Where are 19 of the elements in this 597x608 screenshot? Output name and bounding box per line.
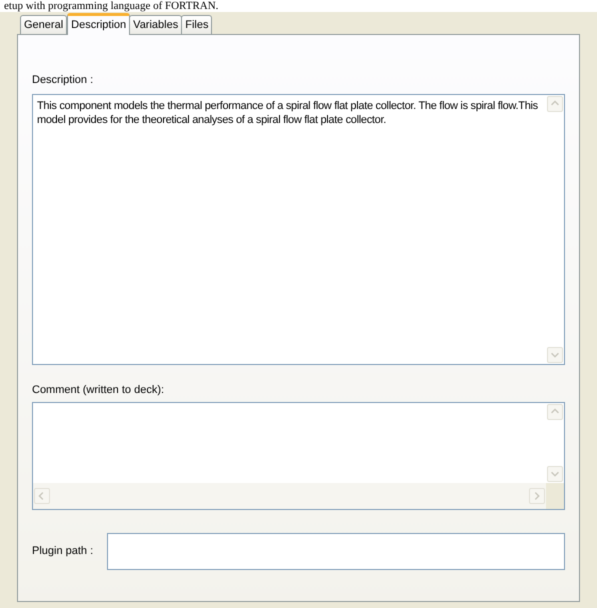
caption-text: etup with programming language of FORTRAN.	[4, 0, 220, 12]
description-label: Description :	[32, 73, 94, 87]
comment-field[interactable]	[32, 402, 565, 510]
tab[interactable]: General	[20, 15, 68, 34]
scroll-up-icon[interactable]	[547, 404, 563, 420]
plugin-path-label: Plugin path :	[32, 544, 94, 560]
tab[interactable]: Variables	[129, 15, 182, 34]
scroll-left-icon[interactable]	[34, 488, 50, 504]
comment-label: Comment (written to deck):	[32, 383, 166, 397]
plugin-path-field[interactable]	[107, 533, 565, 570]
tab[interactable]: Files	[181, 15, 212, 34]
tab[interactable]: Description	[67, 13, 130, 35]
scrollbar-corner	[546, 483, 564, 509]
description-text: This component models the thermal performance of a spiral flow flat plate collector. The flow is spiral flow.This model provides for the theoretical analyses of a spiral flow flat plate collector.	[36, 99, 539, 128]
scroll-up-icon[interactable]	[547, 96, 563, 112]
description-field[interactable]: This component models the thermal performance of a spiral flow flat plate collector. The flow is spiral flow.This model provides for the theoretical analyses of a spiral flow flat plate collector.	[32, 94, 565, 365]
scroll-right-icon[interactable]	[529, 488, 545, 504]
scroll-down-icon[interactable]	[547, 466, 563, 482]
scroll-down-icon[interactable]	[547, 347, 563, 363]
